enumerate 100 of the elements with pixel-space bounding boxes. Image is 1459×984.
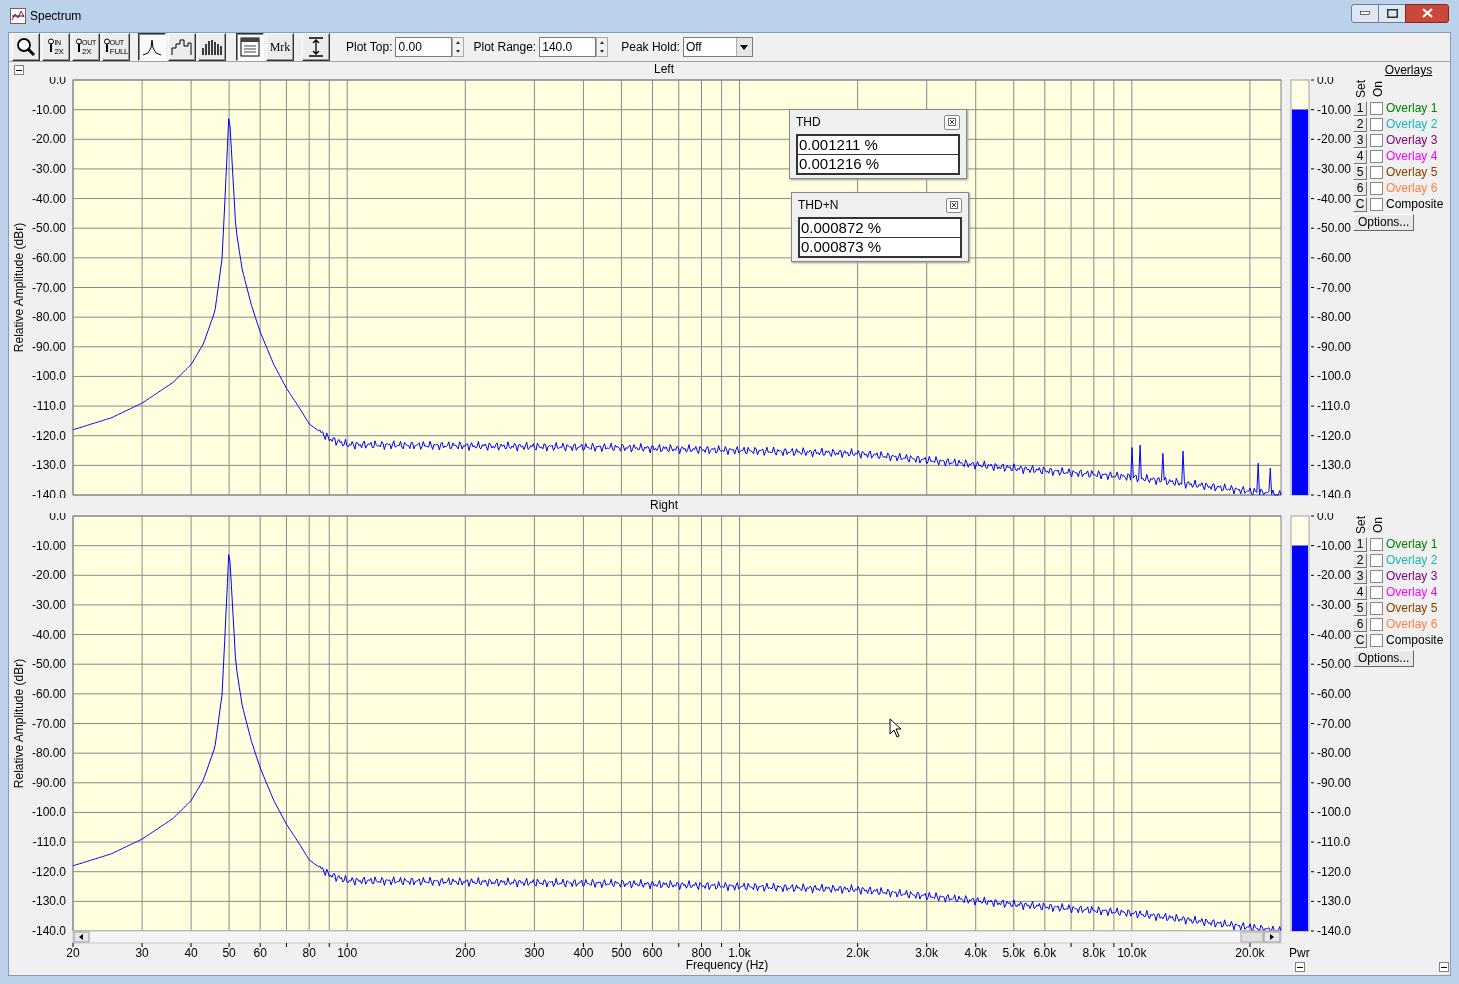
meter-scale-label: -10.00: [1317, 102, 1352, 117]
overlay-checkbox[interactable]: [1370, 165, 1383, 179]
toolbar-button[interactable]: [138, 33, 166, 61]
x-tick-label: 80: [302, 946, 316, 960]
field-label: Peak Hold:: [621, 39, 680, 56]
overlay-checkbox[interactable]: [1370, 569, 1383, 583]
collapse-button[interactable]: [1295, 962, 1305, 972]
close-button[interactable]: [946, 197, 962, 213]
plot-top-spinner[interactable]: [452, 37, 465, 57]
plot-range-spinner[interactable]: [596, 37, 609, 57]
plot-range-field[interactable]: 140.0: [539, 37, 597, 57]
x-tick-label: 200: [455, 946, 476, 960]
overlay-checkbox[interactable]: [1370, 133, 1383, 147]
set-overlay-button[interactable]: 1: [1353, 536, 1367, 552]
set-overlay-button[interactable]: 2: [1353, 552, 1367, 568]
overlay-label: Overlay 6: [1386, 180, 1438, 197]
overlay-label: Overlay 3: [1386, 132, 1438, 149]
zoom-label: 2X: [54, 47, 64, 56]
set-overlay-button[interactable]: C: [1353, 632, 1367, 648]
set-overlay-button[interactable]: 4: [1353, 148, 1367, 164]
magnifier-icon: [76, 38, 83, 52]
set-overlay-button[interactable]: 3: [1353, 568, 1367, 584]
overlay-checkbox[interactable]: [1370, 149, 1383, 163]
x-tick-label: 4.0k: [964, 946, 988, 960]
minimize-button[interactable]: [1351, 3, 1379, 23]
x-tick-label: 1.0k: [728, 946, 751, 960]
meter-scale-label: -50.00: [1317, 657, 1352, 672]
overlay-checkbox[interactable]: [1370, 585, 1383, 599]
scrollbar[interactable]: [72, 930, 1282, 944]
collapse-button[interactable]: [14, 65, 24, 75]
x-tick-label: 500: [611, 946, 632, 960]
y-tick-label: -40.00: [31, 191, 66, 206]
magnifier-icon: [48, 38, 55, 52]
overlay-checkbox[interactable]: [1370, 101, 1383, 115]
set-overlay-button[interactable]: C: [1353, 196, 1367, 212]
overlay-label: Overlay 3: [1386, 568, 1438, 585]
meter-scale-label: -110.0: [1317, 399, 1351, 414]
meter-label: Pwr: [1289, 946, 1311, 960]
x-tick-label: 8.0k: [1082, 946, 1106, 960]
overlay-checkbox[interactable]: [1370, 601, 1383, 615]
set-overlay-button[interactable]: 6: [1353, 180, 1367, 196]
overlay-checkbox[interactable]: [1370, 197, 1383, 211]
zoom-label: 2X: [82, 47, 92, 56]
set-overlay-button[interactable]: 6: [1353, 616, 1367, 632]
close-button[interactable]: [944, 114, 960, 130]
step-line-icon: [171, 38, 193, 56]
minimize-icon: [1360, 11, 1370, 15]
overlay-checkbox[interactable]: [1370, 617, 1383, 631]
toolbar-button[interactable]: Mrk: [266, 33, 294, 61]
meter-scale-label: -100.0: [1317, 369, 1352, 384]
y-tick-label: -120.0: [31, 428, 66, 443]
y-tick-label: -30.00: [31, 597, 66, 612]
set-overlay-button[interactable]: 5: [1353, 164, 1367, 180]
overlay-checkbox[interactable]: [1370, 553, 1383, 567]
overlay-label: Overlay 5: [1386, 164, 1438, 181]
readout-value: 0.001216 %: [798, 154, 958, 173]
x-tick-label: 800: [691, 946, 712, 960]
minus-icon: [1297, 966, 1303, 968]
overlay-label: Overlay 2: [1386, 552, 1438, 569]
set-overlay-button[interactable]: 1: [1353, 100, 1367, 116]
overlay-checkbox[interactable]: [1370, 117, 1383, 131]
meter-scale-label: -30.00: [1317, 597, 1352, 612]
y-tick-label: -40.00: [31, 627, 66, 642]
meter-scale-label: -70.00: [1317, 280, 1352, 295]
y-tick-label: -50.00: [31, 221, 66, 236]
overlay-label: Composite: [1386, 632, 1444, 649]
bar-graph-icon: [201, 38, 223, 56]
overlay-checkbox[interactable]: [1370, 537, 1383, 551]
overlay-label: Overlay 4: [1386, 584, 1438, 601]
set-overlay-button[interactable]: 2: [1353, 116, 1367, 132]
overlay-label: Overlay 4: [1386, 148, 1438, 165]
options-button[interactable]: Options...: [1353, 213, 1415, 231]
plot-top-field[interactable]: 0.00: [395, 37, 453, 57]
overlay-label: Composite: [1386, 196, 1444, 213]
options-button[interactable]: Options...: [1353, 649, 1415, 667]
maximize-button[interactable]: [1379, 3, 1405, 23]
close-icon: [1421, 8, 1433, 18]
meter-scale-label: -50.00: [1317, 221, 1352, 236]
meter-scale-label: -80.00: [1317, 746, 1352, 761]
y-tick-label: -50.00: [31, 657, 66, 672]
overlay-label: Overlay 2: [1386, 116, 1438, 133]
close-icon: [948, 118, 956, 126]
mouse-pointer-icon: [889, 718, 902, 738]
set-overlay-button[interactable]: 5: [1353, 600, 1367, 616]
channel-title: Right: [650, 498, 678, 513]
y-axis-label: Relative Amplitude (dBr): [12, 222, 26, 353]
close-button[interactable]: [1405, 3, 1449, 23]
x-tick-label: 5.0k: [1002, 946, 1026, 960]
peak-hold-dropdown[interactable]: Off: [682, 37, 753, 57]
overlay-checkbox[interactable]: [1370, 633, 1383, 647]
y-tick-label: -130.0: [31, 894, 66, 909]
set-overlay-button[interactable]: 4: [1353, 584, 1367, 600]
field-label: Plot Range:: [473, 39, 537, 56]
x-tick-label: 6.0k: [1033, 946, 1057, 960]
collapse-button[interactable]: [1439, 962, 1449, 972]
channel-title: Left: [654, 62, 674, 77]
meter-scale-label: -120.0: [1317, 428, 1352, 443]
toolbar-button[interactable]: [236, 33, 264, 61]
overlay-checkbox[interactable]: [1370, 181, 1383, 195]
set-overlay-button[interactable]: 3: [1353, 132, 1367, 148]
